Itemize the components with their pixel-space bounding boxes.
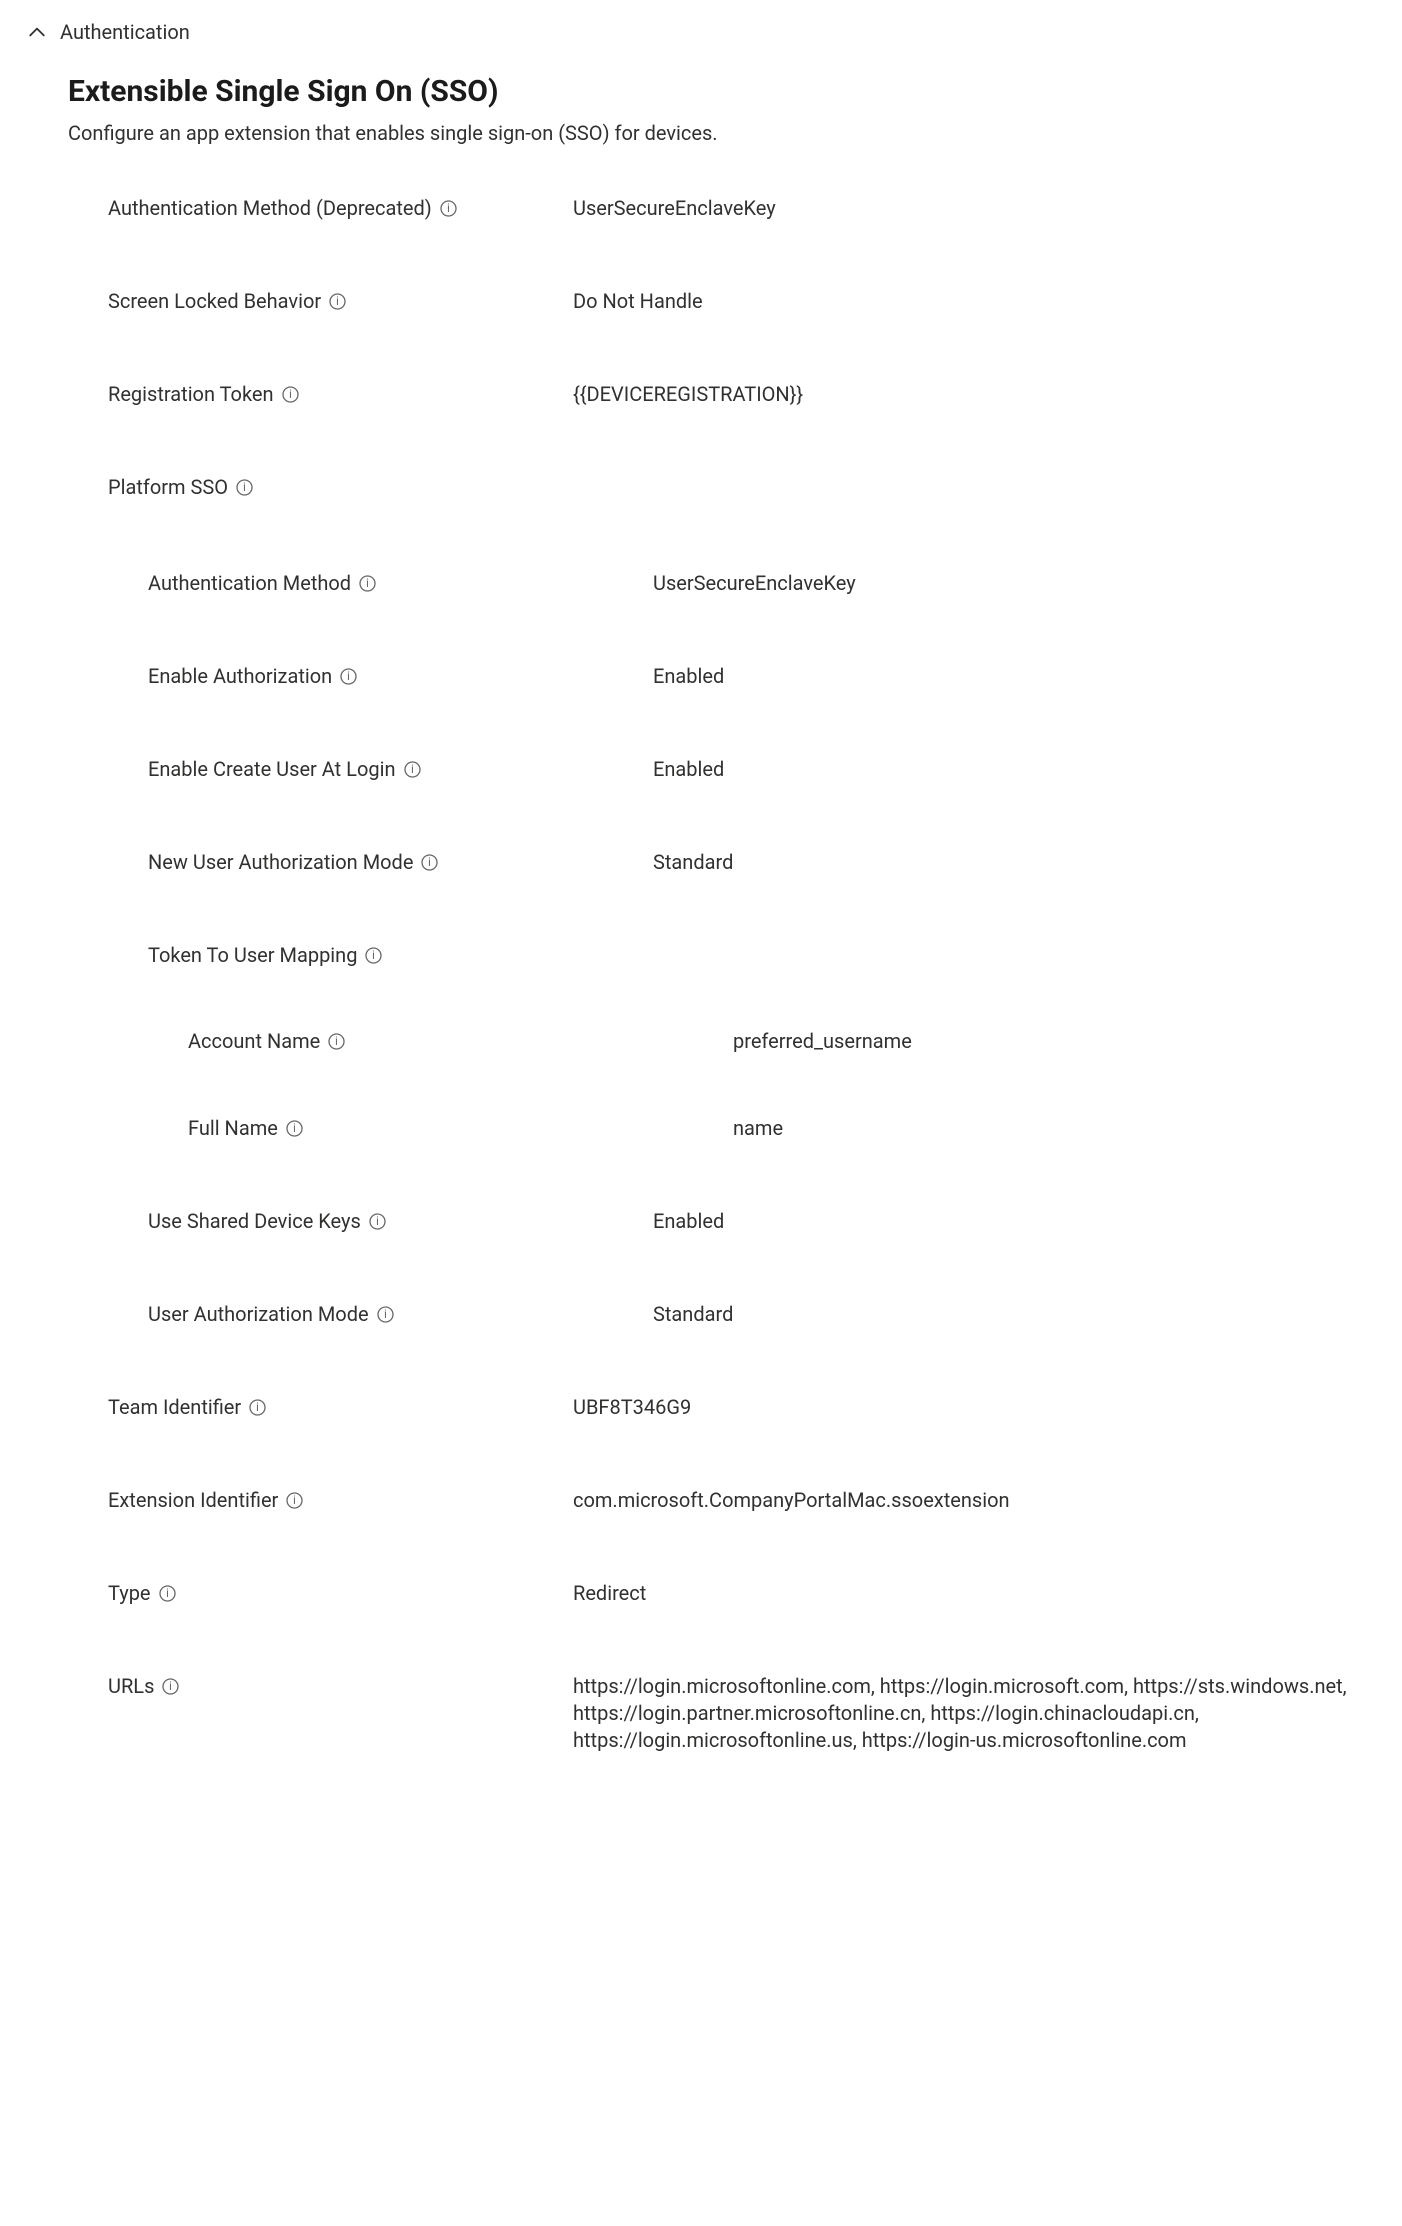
psso-auth-method-label: Authentication Method — [148, 570, 351, 596]
platform-sso-label: Platform SSO — [108, 474, 228, 500]
ttum-full-name-label: Full Name — [188, 1115, 278, 1141]
urls-label: URLs — [108, 1673, 154, 1699]
svg-text:i: i — [256, 1400, 259, 1414]
ttum-account-name-label: Account Name — [188, 1028, 320, 1054]
psso-use-shared-device-keys-value: Enabled — [653, 1208, 1374, 1235]
extension-identifier-label: Extension Identifier — [108, 1487, 278, 1513]
info-icon[interactable]: i — [236, 479, 253, 496]
extension-identifier-value: com.microsoft.CompanyPortalMac.ssoextens… — [573, 1487, 1374, 1514]
psso-use-shared-device-keys-label: Use Shared Device Keys — [148, 1208, 361, 1234]
chevron-up-icon — [28, 23, 46, 41]
section-authentication-toggle[interactable]: Authentication — [28, 20, 1374, 44]
info-icon[interactable]: i — [162, 1678, 179, 1695]
svg-text:i: i — [336, 294, 339, 308]
info-icon[interactable]: i — [249, 1399, 266, 1416]
svg-text:i: i — [293, 1493, 296, 1507]
info-icon[interactable]: i — [286, 1492, 303, 1509]
team-identifier-value: UBF8T346G9 — [573, 1394, 1374, 1421]
info-icon[interactable]: i — [440, 200, 457, 217]
svg-text:i: i — [376, 1214, 379, 1228]
psso-enable-create-user-value: Enabled — [653, 756, 1374, 783]
psso-new-user-auth-mode-value: Standard — [653, 849, 1374, 876]
svg-text:i: i — [243, 480, 246, 494]
psso-token-to-user-mapping-label: Token To User Mapping — [148, 942, 357, 968]
info-icon[interactable]: i — [377, 1306, 394, 1323]
auth-method-deprecated-value: UserSecureEnclaveKey — [573, 195, 1374, 222]
section-authentication-label: Authentication — [60, 20, 190, 44]
svg-text:i: i — [447, 201, 450, 215]
info-icon[interactable]: i — [286, 1120, 303, 1137]
urls-value: https://login.microsoftonline.com, https… — [573, 1673, 1374, 1754]
svg-text:i: i — [170, 1679, 173, 1693]
psso-enable-authorization-label: Enable Authorization — [148, 663, 332, 689]
info-icon[interactable]: i — [340, 668, 357, 685]
psso-enable-create-user-label: Enable Create User At Login — [148, 756, 396, 782]
info-icon[interactable]: i — [359, 575, 376, 592]
registration-token-label: Registration Token — [108, 381, 274, 407]
info-icon[interactable]: i — [404, 761, 421, 778]
info-icon[interactable]: i — [365, 947, 382, 964]
svg-text:i: i — [373, 948, 376, 962]
ttum-full-name-value: name — [733, 1115, 1374, 1142]
svg-text:i: i — [366, 576, 369, 590]
svg-text:i: i — [166, 1586, 169, 1600]
svg-text:i: i — [347, 669, 350, 683]
info-icon[interactable]: i — [369, 1213, 386, 1230]
registration-token-value: {{DEVICEREGISTRATION}} — [573, 381, 1374, 408]
info-icon[interactable]: i — [159, 1585, 176, 1602]
psso-auth-method-value: UserSecureEnclaveKey — [653, 570, 1374, 597]
auth-method-deprecated-label: Authentication Method (Deprecated) — [108, 195, 432, 221]
page-description: Configure an app extension that enables … — [68, 121, 1374, 145]
svg-text:i: i — [429, 855, 432, 869]
psso-user-authorization-mode-value: Standard — [653, 1301, 1374, 1328]
svg-text:i: i — [293, 1121, 296, 1135]
ttum-account-name-value: preferred_username — [733, 1028, 1374, 1055]
team-identifier-label: Team Identifier — [108, 1394, 241, 1420]
screen-locked-behavior-label: Screen Locked Behavior — [108, 288, 321, 314]
info-icon[interactable]: i — [282, 386, 299, 403]
svg-text:i: i — [289, 387, 292, 401]
type-label: Type — [108, 1580, 151, 1606]
svg-text:i: i — [411, 762, 414, 776]
info-icon[interactable]: i — [329, 293, 346, 310]
screen-locked-behavior-value: Do Not Handle — [573, 288, 1374, 315]
svg-text:i: i — [335, 1034, 338, 1048]
psso-enable-authorization-value: Enabled — [653, 663, 1374, 690]
info-icon[interactable]: i — [421, 854, 438, 871]
info-icon[interactable]: i — [328, 1033, 345, 1050]
psso-user-authorization-mode-label: User Authorization Mode — [148, 1301, 369, 1327]
svg-text:i: i — [384, 1307, 387, 1321]
psso-new-user-auth-mode-label: New User Authorization Mode — [148, 849, 413, 875]
page-title: Extensible Single Sign On (SSO) — [68, 74, 1374, 109]
type-value: Redirect — [573, 1580, 1374, 1607]
